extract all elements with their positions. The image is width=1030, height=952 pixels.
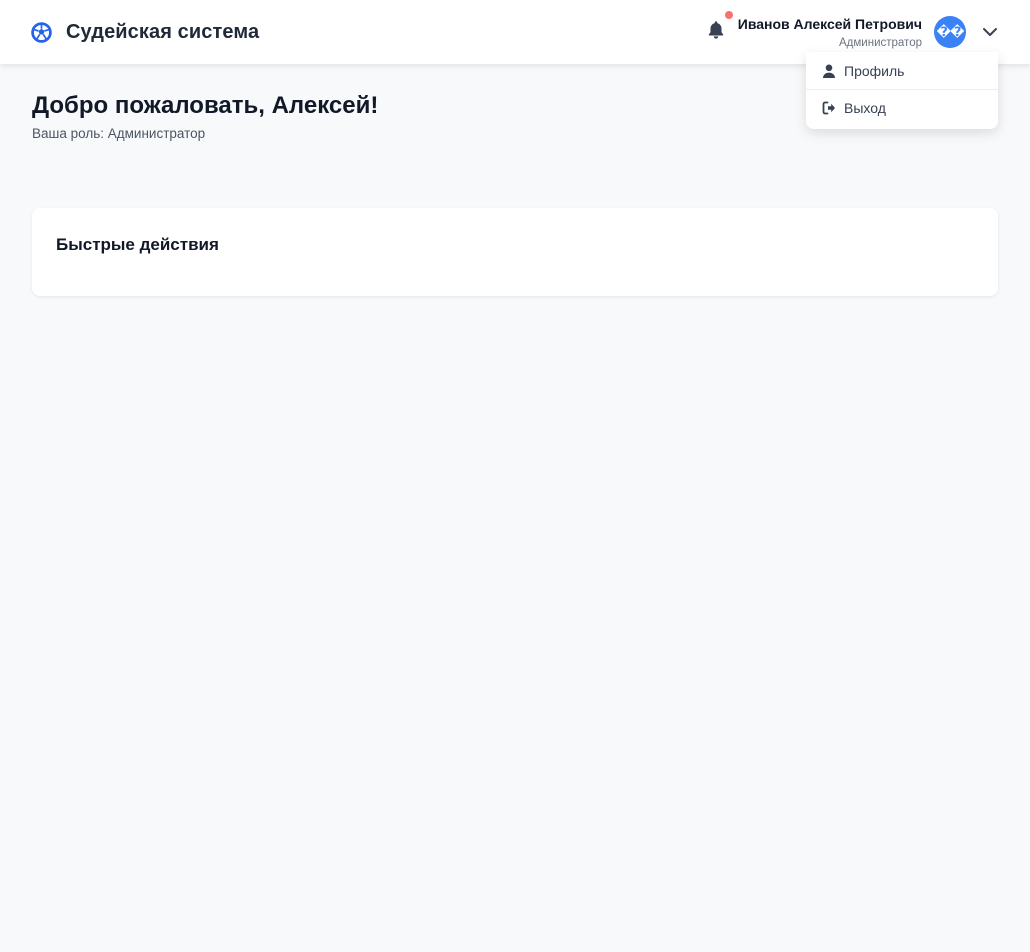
role-line: Ваша роль: Администратор bbox=[32, 125, 378, 143]
role-value: Администратор bbox=[107, 126, 206, 141]
user-name: Иванов Алексей Петрович bbox=[737, 16, 922, 32]
logout-icon bbox=[822, 101, 835, 115]
user-menu-toggle[interactable] bbox=[981, 24, 999, 40]
notification-badge bbox=[725, 11, 733, 19]
avatar[interactable]: �� bbox=[934, 16, 966, 48]
notifications-button[interactable] bbox=[707, 11, 733, 42]
brand[interactable]: Судейская система bbox=[31, 21, 259, 44]
quick-actions-card: Быстрые действия bbox=[32, 208, 998, 296]
user-dropdown-menu: Профиль Выход bbox=[806, 52, 998, 129]
bell-icon bbox=[708, 21, 724, 39]
quick-actions-title: Быстрые действия bbox=[56, 235, 219, 254]
menu-item-logout[interactable]: Выход bbox=[806, 89, 998, 126]
user-info[interactable]: Иванов Алексей Петрович Администратор bbox=[738, 16, 922, 51]
app-title: Судейская система bbox=[66, 21, 260, 43]
menu-item-label: Профиль bbox=[844, 62, 905, 79]
chevron-down-icon bbox=[983, 28, 997, 36]
user-icon bbox=[823, 64, 835, 78]
football-icon bbox=[31, 22, 52, 43]
role-label: Ваша роль: bbox=[32, 126, 104, 141]
user-role: Администратор bbox=[839, 37, 922, 49]
page-title: Добро пожаловать, Алексей! bbox=[32, 92, 379, 119]
menu-item-profile[interactable]: Профиль bbox=[806, 52, 998, 89]
menu-item-label: Выход bbox=[844, 100, 886, 116]
welcome-section: Добро пожаловать, Алексей! Ваша роль: Ад… bbox=[32, 91, 378, 143]
